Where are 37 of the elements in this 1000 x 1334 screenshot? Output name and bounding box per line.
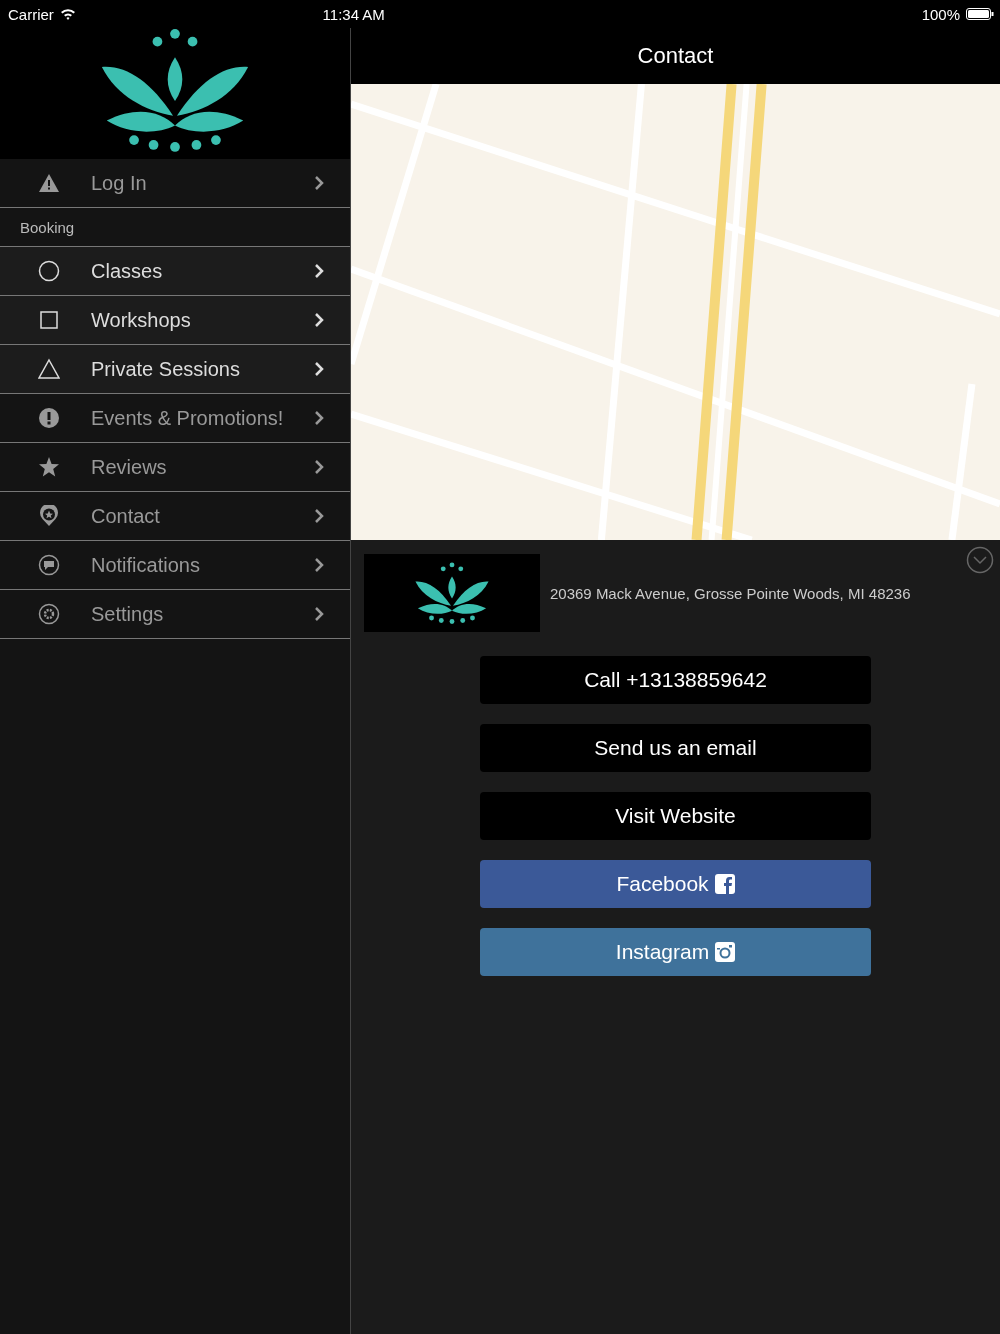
contact-button[interactable]: Call +13138859642 [480, 656, 871, 704]
chat-icon [38, 554, 60, 576]
pin-icon [38, 505, 60, 527]
gear-icon [38, 603, 60, 625]
screen-title: Contact [637, 43, 714, 69]
battery-icon [966, 8, 994, 20]
instagram-button[interactable]: Instagram [480, 928, 871, 976]
square-icon [38, 309, 60, 331]
address-text: 20369 Mack Avenue, Grosse Pointe Woods, MI 48236 [550, 584, 911, 602]
circle-icon [38, 260, 60, 282]
warning-icon [38, 172, 60, 194]
chevron-icon [314, 175, 324, 191]
wifi-icon [59, 8, 76, 20]
triangle-icon [38, 358, 60, 380]
chevron-icon [314, 263, 324, 279]
chevron-icon [314, 557, 324, 573]
lotus-logo-icon [413, 561, 491, 625]
chevron-icon [314, 459, 324, 475]
carrier-label: Carrier [8, 5, 54, 23]
star-icon [38, 456, 60, 478]
contact-button[interactable]: Send us an email [480, 724, 871, 772]
battery-percentage: 100% [921, 5, 960, 23]
status-time: 11:34 AM [321, 5, 386, 23]
facebook-button[interactable]: Facebook [480, 860, 871, 908]
exclamation-icon [38, 407, 60, 429]
chevron-icon [314, 312, 324, 328]
collapse-icon[interactable] [966, 546, 994, 574]
contact-button[interactable]: Visit Website [480, 792, 871, 840]
menu-item[interactable]: Classes [0, 247, 350, 296]
menu-item[interactable]: Private Sessions [0, 345, 350, 394]
chevron-icon [314, 508, 324, 524]
facebook-icon [714, 874, 735, 894]
chevron-icon [314, 606, 324, 622]
chevron-icon [314, 410, 324, 426]
instagram-icon [715, 942, 736, 962]
chevron-icon [314, 361, 324, 377]
menu-item[interactable]: Workshops [0, 296, 350, 345]
